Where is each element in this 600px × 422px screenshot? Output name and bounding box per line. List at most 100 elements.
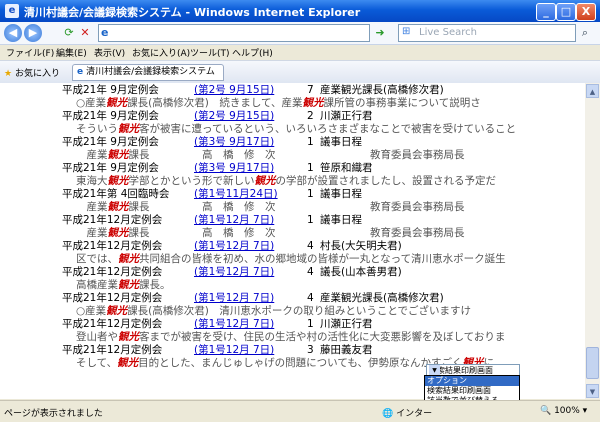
result-number: 4 (307, 266, 314, 278)
result-speaker: 川瀬正行君 (320, 318, 373, 330)
keyword-highlight: 観光 (118, 279, 139, 291)
result-snippet: そういう観光客が被害に遭っているという、いろいろさまざまなことで被害を受けている… (76, 123, 516, 136)
search-icon[interactable]: ⌕ (578, 26, 592, 40)
snippet-text: そういう (76, 123, 118, 135)
result-session: 平成21年第 4回臨時会 (62, 188, 170, 200)
menu-favorites[interactable]: お気に入り(A) (132, 46, 190, 59)
forward-button[interactable]: ▶ (24, 24, 42, 42)
title-bar: e 清川村議会/会議録検索システム - Windows Internet Exp… (0, 0, 600, 22)
snippet-text: 課長。 (139, 279, 171, 291)
result-issue-link[interactable]: (第1号12月 7日) (194, 266, 274, 279)
page-tab[interactable]: e 清川村議会/会議録検索システム (72, 64, 224, 81)
snippet-text: 課長(高橋修次君) 続きまして、産業 (127, 97, 303, 109)
scroll-up-icon[interactable]: ▲ (586, 84, 599, 98)
snippet-text: の学部が設置されましたし、設置される予定だ (275, 175, 497, 187)
stop-icon[interactable]: ✕ (78, 26, 92, 40)
zone-label: インター (396, 409, 433, 419)
maximize-button[interactable]: □ (556, 3, 576, 21)
result-snippet: 産業観光課長 高 橋 修 次 教育委員会事務局長 (76, 201, 465, 214)
menu-view[interactable]: 表示(V) (94, 46, 125, 59)
address-input[interactable]: e (98, 24, 370, 42)
result-issue-link[interactable]: (第3号 9月17日) (194, 162, 274, 175)
scroll-down-icon[interactable]: ▼ (586, 384, 599, 398)
result-number: 1 (307, 162, 314, 174)
result-issue-link[interactable]: (第2号 9月15日) (194, 110, 274, 123)
result-session: 平成21年 9月定例会 (62, 110, 159, 122)
status-bar: ページが表示されました 🌐 インター 🔍 100% ▾ (0, 400, 600, 422)
snippet-text: 課所管の事務事業について説明さ (323, 97, 481, 109)
minimize-button[interactable]: _ (536, 3, 556, 21)
keyword-highlight: 観光 (106, 97, 128, 109)
result-number: 1 (307, 188, 314, 200)
result-speaker: 議事日程 (320, 188, 362, 200)
keyword-highlight: 観光 (118, 331, 139, 343)
result-session: 平成21年12月定例会 (62, 344, 163, 356)
result-issue-link[interactable]: (第1号12月 7日) (194, 240, 274, 253)
address-toolbar: ◀ ▶ ⟳ ✕ e ➜ ⊞ Live Search ⌕ (0, 22, 600, 45)
result-speaker: 笹原和織君 (320, 162, 373, 174)
menu-file[interactable]: ファイル(F) (6, 46, 54, 59)
result-issue-link[interactable]: (第1号12月 7日) (194, 318, 274, 331)
result-speaker: 川瀬正行君 (320, 110, 373, 122)
result-session: 平成21年 9月定例会 (62, 162, 159, 174)
go-button[interactable]: ➜ (373, 26, 387, 40)
result-speaker: 産業観光課長(高橋修次君) (320, 84, 444, 96)
result-speaker: 議事日程 (320, 136, 362, 148)
refresh-icon[interactable]: ⟳ (62, 26, 76, 40)
keyword-highlight: 観光 (107, 227, 129, 239)
result-issue-link[interactable]: (第1号12月 7日) (194, 292, 274, 305)
result-number: 1 (307, 318, 314, 330)
snippet-text: 東海大 (76, 175, 108, 187)
snippet-text: 高橋産業 (76, 279, 118, 291)
result-speaker: 藤田義友君 (320, 344, 373, 356)
zoom-control[interactable]: 🔍 100% ▾ (540, 406, 587, 416)
snippet-text: 課長 高 橋 修 次 教育委員会事務局長 (128, 227, 465, 239)
result-issue-link[interactable]: (第1号12月 7日) (194, 214, 274, 227)
live-search-icon: ⊞ (402, 26, 411, 37)
snippet-text: 区では、 (76, 253, 118, 265)
menu-help[interactable]: ヘルプ(H) (232, 46, 273, 59)
dropdown-option[interactable]: 検索結果印刷画面 (425, 386, 519, 396)
menu-edit[interactable]: 編集(E) (56, 46, 87, 59)
result-issue-link[interactable]: (第1号12月 7日) (194, 344, 274, 357)
result-snippet: 東海大観光学部とかという形で新しい観光の学部が設置されましたし、設置される予定だ (76, 175, 496, 188)
keyword-highlight: 観光 (107, 175, 129, 187)
result-session: 平成21年12月定例会 (62, 240, 163, 252)
back-button[interactable]: ◀ (4, 24, 22, 42)
security-zone: 🌐 インター (382, 409, 433, 419)
result-speaker: 村長(大矢明夫君) (320, 240, 402, 252)
result-snippet: 産業観光課長 高 橋 修 次 教育委員会事務局長 (76, 149, 464, 162)
favorites-bar: ★ お気に入り e 清川村議会/会議録検索システム (0, 60, 600, 84)
snippet-text: 目的とした、まんじゅしゃげの問題についても、伊勢原なんかすごく (138, 357, 463, 369)
zoom-level: 100% (554, 406, 580, 416)
dropdown-option[interactable]: オプション (425, 376, 519, 386)
result-issue-link[interactable]: (第1号11月24日) (194, 188, 278, 201)
snippet-text: 課長(高橋修次君) 清川恵水ポークの取り組みということでございますけ (127, 305, 472, 317)
result-issue-link[interactable]: (第2号 9月15日) (194, 84, 274, 97)
search-results: 平成21年 9月定例会 (第2号 9月15日) 7 産業観光課長(高橋修次君) ○産業観… (0, 83, 585, 399)
close-button[interactable]: X (576, 3, 596, 21)
result-snippet: 高橋産業観光課長。 (76, 279, 171, 292)
favorites-button[interactable]: ★ お気に入り (4, 66, 60, 79)
snippet-text: 産業 (76, 227, 108, 239)
result-number: 7 (307, 84, 314, 96)
result-number: 1 (307, 214, 314, 226)
scroll-thumb[interactable] (586, 347, 599, 379)
snippet-text: 課長 高 橋 修 次 教育委員会事務局長 (128, 201, 465, 213)
result-snippet: 区では、観光共同組合の皆様を初め、水の郷地域の皆様が一丸となって清川恵水ポーク誕… (76, 253, 506, 266)
result-number: 4 (307, 240, 314, 252)
keyword-highlight: 観光 (254, 175, 276, 187)
result-session: 平成21年12月定例会 (62, 318, 163, 330)
snippet-text: 学部とかという形で新しい (128, 175, 255, 187)
result-speaker: 議事日程 (320, 214, 362, 226)
result-issue-link[interactable]: (第3号 9月17日) (194, 136, 274, 149)
vertical-scrollbar[interactable]: ▲ ▼ (585, 83, 600, 399)
search-input[interactable]: ⊞ Live Search (398, 24, 576, 42)
result-snippet: 登山者や観光客までが被害を受け、住民の生活や村の活性化に大変悪影響を及ぼしており… (76, 331, 505, 344)
menu-bar: ファイル(F) 編集(E) 表示(V) お気に入り(A) ツール(T) ヘルプ(… (0, 45, 600, 60)
star-icon: ★ (4, 69, 13, 79)
keyword-highlight: 観光 (118, 253, 139, 265)
page-icon: e (101, 26, 109, 39)
tab-page-icon: e (77, 67, 84, 77)
menu-tools[interactable]: ツール(T) (190, 46, 230, 59)
